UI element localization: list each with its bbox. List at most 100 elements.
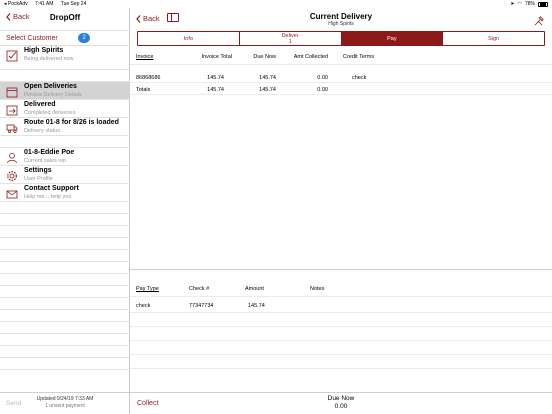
sidebar-item-route[interactable]: Route 01-8 for 8/26 is loaded Delivery s… (0, 118, 130, 136)
tab-count: 1 (288, 39, 292, 45)
sidebar-item-delivered[interactable]: Delivered Completed deliveries (0, 100, 130, 118)
table-row-totals: Totals 145.74 145.74 0.00 (130, 83, 552, 95)
sidebar-item-subtitle: User Profile (24, 176, 53, 182)
cell-totals-label: Totals (136, 87, 151, 93)
table-row-empty (130, 327, 552, 341)
sidebar-list: High Spirits Being delivered now Open De… (0, 46, 130, 370)
sidebar-navbar: Back DropOff (0, 8, 130, 30)
sidebar-spacer (0, 226, 130, 238)
sidebar-title: DropOff (49, 13, 81, 22)
sidebar-item-subtitle: Completed deliveries (24, 110, 76, 116)
cell-due-now: 145.74 (259, 75, 276, 81)
sidebar-item-title: Settings (24, 167, 52, 174)
sidebar-item-title: Open Deliveries (24, 83, 77, 90)
sidebar-item-contact-support[interactable]: Contact Support Help me... help you (0, 184, 130, 202)
sidebar-item-title: High Spirits (24, 47, 64, 54)
box-icon (6, 85, 18, 98)
sidebar-item-subtitle: Review Delivery Details (24, 92, 82, 98)
sidebar-spacer (0, 70, 130, 82)
cell-amt-collected: 0.00 (317, 75, 328, 81)
sidebar-item-title: 01-8-Eddie Poe (24, 149, 75, 156)
updated-timestamp: Updated 9/24/19 7:33 AM (36, 396, 94, 402)
sidebar-spacer (0, 298, 130, 310)
sidebar-spacer (0, 214, 130, 226)
select-customer-row[interactable]: Select Customer 2 (0, 30, 130, 46)
sidebar-item-subtitle: Current sales rep (24, 158, 67, 164)
cell-amount: 145.74 (248, 303, 265, 309)
column-header-notes: Notes (310, 286, 325, 292)
sidebar-spacer (0, 334, 130, 346)
column-header-pay-type: Pay Type (136, 286, 159, 292)
tab-label: Pay (387, 36, 397, 42)
cell-invoice-total: 145.74 (207, 87, 224, 93)
tab-info[interactable]: Info (138, 32, 240, 45)
customer-count-badge: 2 (78, 33, 90, 43)
box-arrow-icon (6, 103, 18, 116)
sidebar: Back DropOff Select Customer 2 High Spir… (0, 8, 130, 414)
tab-sign[interactable]: Sign (443, 32, 544, 45)
page-title: Current Delivery (309, 12, 373, 21)
cell-amt-collected: 0.00 (317, 87, 328, 93)
due-now-value: 0.00 (334, 403, 348, 410)
column-header-due-now: Due Now (253, 54, 276, 60)
sidebar-spacer (0, 322, 130, 334)
sidebar-spacer (0, 310, 130, 322)
main-panel: Back Current Delivery High Spirits Info … (130, 8, 552, 414)
sidebar-spacer (0, 358, 130, 370)
sidebar-spacer (0, 274, 130, 286)
due-now-summary: Due Now 0.00 (130, 395, 552, 411)
page-subtitle: High Spirits (328, 21, 354, 27)
truck-icon (6, 121, 18, 134)
tools-icon[interactable] (534, 13, 544, 26)
sidebar-spacer (0, 262, 130, 274)
column-header-amt-collected: Amt Collected (293, 54, 328, 60)
sidebar-item-sales-rep[interactable]: 01-8-Eddie Poe Current sales rep (0, 148, 130, 166)
location-icon: ➤ (510, 1, 515, 7)
battery-icon (538, 1, 548, 7)
wifi-icon: ◠ (517, 1, 522, 7)
tab-label: Sign (488, 36, 500, 42)
tab-pay[interactable]: Pay (341, 32, 444, 45)
cell-pay-type: check (136, 303, 151, 309)
sidebar-spacer (0, 286, 130, 298)
sidebar-item-subtitle: Delivery status (24, 128, 61, 134)
sidebar-spacer (0, 136, 130, 148)
battery-percent: 78% (524, 1, 535, 7)
sidebar-footer: Send Updated 9/24/19 7:33 AM 1 unsent pa… (0, 392, 130, 414)
send-button[interactable]: Send (6, 400, 21, 407)
cell-invoice-total: 145.74 (207, 75, 224, 81)
sidebar-spacer (0, 238, 130, 250)
column-header-invoice-total: Invoice Total (201, 54, 232, 60)
table-header: Invoice Invoice Total Due Now Amt Collec… (130, 51, 552, 65)
sidebar-item-subtitle: Being delivered now (24, 56, 74, 62)
envelope-icon (6, 187, 18, 199)
sidebar-spacer (0, 202, 130, 214)
status-bar: ◂ PockAdv 7:41 AM Tue Sep 24 ➤ ◠ 78% (0, 0, 552, 8)
payment-table: Pay Type Check # Amount Notes check 7734… (130, 283, 552, 369)
carrier-label: ◂ PockAdv (4, 1, 28, 7)
tab-deliver[interactable]: Deliver 1 (240, 32, 342, 45)
table-row[interactable]: 86868686 145.74 145.74 0.00 check (130, 71, 552, 83)
gear-icon (6, 169, 18, 181)
sidebar-spacer (0, 346, 130, 358)
sidebar-item-current-customer[interactable]: High Spirits Being delivered now (0, 46, 130, 70)
unsent-count: 1 unsent payment (45, 403, 85, 409)
invoice-table: Invoice Invoice Total Due Now Amt Collec… (130, 51, 552, 95)
column-header-amount: Amount (245, 286, 264, 292)
sync-status: Updated 9/24/19 7:33 AM 1 unsent payment (30, 396, 100, 410)
sidebar-item-title: Contact Support (24, 185, 79, 192)
table-row[interactable]: check 77347734 145.74 (130, 297, 552, 313)
table-row-empty (130, 313, 552, 327)
sidebar-item-title: Delivered (24, 101, 56, 108)
tab-label: Info (183, 36, 193, 42)
column-header-invoice: Invoice (136, 54, 154, 60)
delivery-tabs: Info Deliver 1 Pay Sign (137, 31, 545, 46)
sidebar-item-settings[interactable]: Settings User Profile (0, 166, 130, 184)
sidebar-item-open-deliveries[interactable]: Open Deliveries Review Delivery Details (0, 82, 130, 100)
cell-invoice: 86868686 (136, 75, 161, 81)
table-header: Pay Type Check # Amount Notes (130, 283, 552, 297)
cell-credit-terms: check (352, 75, 367, 81)
main-footer: Collect Due Now 0.00 (130, 392, 552, 414)
table-row-empty (130, 355, 552, 369)
table-row-empty (130, 341, 552, 355)
